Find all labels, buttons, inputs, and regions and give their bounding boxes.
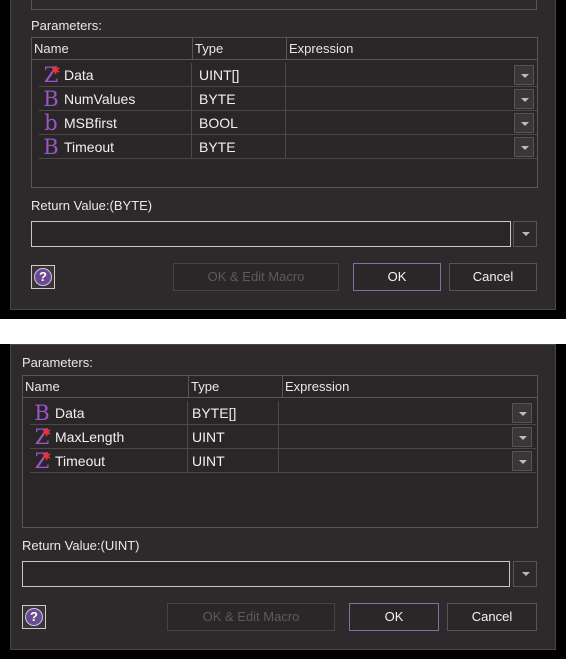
return-value-label: Return Value:(UINT) (22, 538, 140, 553)
integer-type-icon: Z ✱ (34, 425, 52, 449)
chevron-down-icon (519, 460, 527, 464)
column-header-expression[interactable]: Expression (283, 376, 537, 398)
table-header: Name Type Expression (23, 376, 537, 398)
chevron-down-icon (521, 74, 529, 78)
ok-button[interactable]: OK (349, 603, 439, 631)
integer-type-icon: Z ✱ (43, 63, 61, 87)
table-header: Name Type Expression (32, 38, 537, 60)
bool-type-icon: b (44, 111, 58, 135)
return-value-label: Return Value:(BYTE) (31, 198, 153, 213)
return-value-dropdown-button[interactable] (513, 221, 537, 247)
parameters-label: Parameters: (31, 18, 102, 33)
byte-type-icon: B (34, 401, 50, 425)
column-header-expression[interactable]: Expression (287, 38, 537, 60)
macro-call-dialog-1: Parameters: Name Type Expression Z ✱ Data… (10, 0, 556, 310)
param-type: BYTE[] (188, 401, 279, 425)
param-type: BYTE (192, 135, 286, 159)
param-expression-field[interactable] (279, 401, 536, 425)
help-button[interactable]: ? (22, 605, 46, 629)
expression-dropdown-button[interactable] (514, 137, 534, 157)
column-header-type[interactable]: Type (193, 38, 287, 60)
param-name-cell: Z ✱ MaxLength (30, 425, 188, 449)
table-row[interactable]: b MSBfirst BOOL (39, 111, 537, 135)
return-value-field[interactable] (22, 561, 510, 587)
parameters-table: Name Type Expression Z ✱ Data UINT[] B Nu… (31, 37, 538, 188)
expression-dropdown-button[interactable] (512, 451, 532, 471)
param-name: Timeout (64, 139, 115, 155)
param-expression-field[interactable] (286, 87, 537, 111)
expression-dropdown-button[interactable] (514, 89, 534, 109)
param-type: BOOL (192, 111, 286, 135)
chevron-down-icon (521, 122, 529, 126)
help-icon: ? (25, 608, 43, 626)
cancel-button[interactable]: Cancel (449, 263, 537, 291)
parameters-label: Parameters: (22, 355, 93, 370)
column-header-name[interactable]: Name (32, 38, 193, 60)
table-row[interactable]: B NumValues BYTE (39, 87, 537, 111)
param-type: UINT (188, 449, 279, 473)
param-name-cell: b MSBfirst (39, 111, 192, 135)
parameters-table: Name Type Expression B Data BYTE[] Z ✱ Ma… (22, 375, 538, 528)
param-name-cell: B NumValues (39, 87, 192, 111)
param-name-cell: B Data (30, 401, 188, 425)
help-icon: ? (34, 268, 52, 286)
column-header-name[interactable]: Name (23, 376, 189, 398)
table-row[interactable]: Z ✱ Timeout UINT (30, 449, 536, 473)
param-type: BYTE (192, 87, 286, 111)
top-field-edge (31, 0, 537, 10)
macro-call-dialog-2: Parameters: Name Type Expression B Data … (10, 344, 556, 650)
table-row[interactable]: Z ✱ MaxLength UINT (30, 425, 536, 449)
byte-type-icon: B (43, 87, 59, 111)
param-type: UINT[] (192, 63, 286, 87)
ok-edit-macro-button[interactable]: OK & Edit Macro (173, 263, 339, 291)
expression-dropdown-button[interactable] (514, 113, 534, 133)
param-expression-field[interactable] (286, 111, 537, 135)
param-name: Timeout (55, 453, 106, 469)
column-header-type[interactable]: Type (189, 376, 283, 398)
chevron-down-icon (521, 98, 529, 102)
param-name: MSBfirst (64, 115, 117, 131)
chevron-down-icon (519, 412, 527, 416)
chevron-down-icon (521, 146, 529, 150)
cancel-button[interactable]: Cancel (447, 603, 537, 631)
param-name-cell: Z ✱ Data (39, 63, 192, 87)
table-row[interactable]: B Data BYTE[] (30, 401, 536, 425)
param-name-cell: B Timeout (39, 135, 192, 159)
chevron-down-icon (522, 572, 530, 576)
chevron-down-icon (519, 436, 527, 440)
chevron-down-icon (522, 232, 530, 236)
expression-dropdown-button[interactable] (514, 65, 534, 85)
return-value-field[interactable] (31, 221, 511, 247)
integer-type-icon: Z ✱ (34, 449, 52, 473)
help-button[interactable]: ? (31, 265, 55, 289)
param-expression-field[interactable] (286, 135, 537, 159)
expression-dropdown-button[interactable] (512, 427, 532, 447)
param-expression-field[interactable] (286, 63, 537, 87)
expression-dropdown-button[interactable] (512, 403, 532, 423)
byte-type-icon: B (43, 135, 59, 159)
ok-button[interactable]: OK (353, 263, 441, 291)
param-name-cell: Z ✱ Timeout (30, 449, 188, 473)
param-name: Data (55, 405, 85, 421)
table-row[interactable]: Z ✱ Data UINT[] (39, 63, 537, 87)
table-row[interactable]: B Timeout BYTE (39, 135, 537, 159)
param-type: UINT (188, 425, 279, 449)
param-expression-field[interactable] (279, 449, 536, 473)
param-name: MaxLength (55, 429, 125, 445)
return-value-dropdown-button[interactable] (513, 561, 537, 587)
separator-gap (0, 319, 566, 344)
param-expression-field[interactable] (279, 425, 536, 449)
ok-edit-macro-button[interactable]: OK & Edit Macro (167, 603, 335, 631)
param-name: NumValues (64, 91, 136, 107)
param-name: Data (64, 67, 94, 83)
